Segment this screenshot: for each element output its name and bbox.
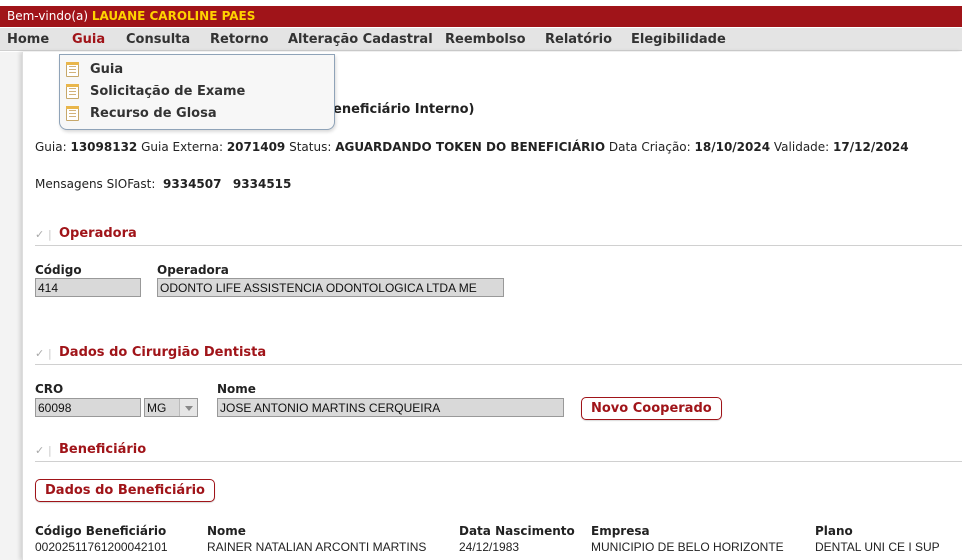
separator-icon: |	[48, 228, 52, 241]
messages-label: Mensagens SIOFast:	[35, 177, 156, 191]
codigo-label: Código	[35, 263, 82, 277]
check-icon: ✓	[35, 228, 45, 241]
table-header-nascimento: Data Nascimento	[459, 524, 575, 538]
nome-dentista-label: Nome	[217, 382, 256, 396]
beneficiario-codigo: 00202511761200042101	[35, 540, 168, 554]
section-divider	[35, 245, 962, 246]
status-value: AGUARDANDO TOKEN DO BENEFICIÁRIO	[335, 140, 606, 154]
guia-externa-number: 2071409	[226, 140, 286, 154]
codigo-field[interactable]: 414	[35, 278, 141, 297]
operadora-field[interactable]: ODONTO LIFE ASSISTENCIA ODONTOLOGICA LTD…	[157, 278, 504, 297]
separator-icon: |	[48, 444, 52, 457]
beneficiario-plano: DENTAL UNI CE I SUP	[815, 540, 940, 554]
document-icon	[66, 83, 79, 99]
menu-reembolso[interactable]: Reembolso	[445, 32, 526, 47]
dropdown-item-guia[interactable]: Guia	[66, 59, 123, 79]
menu-retorno[interactable]: Retorno	[210, 32, 269, 47]
uf-value: MG	[147, 401, 167, 415]
uf-select[interactable]: MG	[144, 398, 198, 417]
validade-value: 17/12/2024	[833, 140, 909, 154]
cro-field[interactable]: 60098	[35, 398, 141, 417]
dropdown-item-solicitacao-exame[interactable]: Solicitação de Exame	[66, 81, 245, 101]
menu-alteracao-cadastral[interactable]: Alteração Cadastral	[288, 32, 433, 47]
separator-icon: |	[48, 347, 52, 360]
section-title: Dados do Cirurgião Dentista	[59, 345, 267, 360]
section-title: Operadora	[59, 226, 137, 241]
menu-home[interactable]: Home	[7, 32, 49, 47]
dados-beneficiario-button[interactable]: Dados do Beneficiário	[35, 479, 215, 502]
data-criacao-value: 18/10/2024	[694, 140, 771, 154]
menu-consulta[interactable]: Consulta	[126, 32, 190, 47]
table-header-nome: Nome	[207, 524, 246, 538]
table-header-empresa: Empresa	[591, 524, 650, 538]
welcome-prefix: Bem-vindo(a)	[7, 9, 89, 23]
guia-label: Guia:	[35, 140, 67, 154]
status-label: Status:	[289, 140, 332, 154]
data-criacao-label: Data Criação:	[608, 140, 691, 154]
messages-line: Mensagens SIOFast: 9334507 9334515	[35, 177, 291, 191]
menu-relatorio[interactable]: Relatório	[545, 32, 612, 47]
chevron-down-icon	[179, 399, 197, 416]
welcome-bar: Bem-vindo(a) LAUANE CAROLINE PAES	[0, 6, 962, 27]
table-header-codigo: Código Beneficiário	[35, 524, 167, 538]
section-title: Beneficiário	[59, 442, 147, 457]
guia-externa-label: Guia Externa:	[141, 140, 223, 154]
message-number: 9334507	[163, 177, 222, 191]
guia-dropdown-menu: Guia Solicitação de Exame Recurso de Glo…	[59, 54, 335, 130]
validade-label: Validade:	[773, 140, 830, 154]
document-icon	[66, 61, 79, 77]
section-divider	[35, 461, 962, 462]
table-header-plano: Plano	[815, 524, 853, 538]
message-number: 9334515	[232, 177, 292, 191]
nome-dentista-field[interactable]: JOSE ANTONIO MARTINS CERQUEIRA	[217, 398, 564, 417]
dropdown-item-label: Guia	[90, 61, 124, 77]
menu-elegibilidade[interactable]: Elegibilidade	[631, 32, 726, 47]
dropdown-item-label: Recurso de Glosa	[90, 105, 217, 121]
dropdown-item-recurso-glosa[interactable]: Recurso de Glosa	[66, 103, 217, 123]
beneficiario-nome: RAINER NATALIAN ARCONTI MARTINS	[207, 540, 427, 554]
menu-guia[interactable]: Guia	[72, 32, 105, 47]
guia-number: 13098132	[70, 140, 138, 154]
check-icon: ✓	[35, 444, 45, 457]
section-divider	[35, 364, 962, 365]
guide-info-line: Guia: 13098132 Guia Externa: 2071409 Sta…	[35, 140, 909, 154]
user-name: LAUANE CAROLINE PAES	[91, 9, 256, 23]
dropdown-item-label: Solicitação de Exame	[90, 83, 246, 99]
novo-cooperado-button[interactable]: Novo Cooperado	[581, 397, 722, 420]
cro-label: CRO	[35, 382, 64, 396]
document-icon	[66, 105, 79, 121]
page-gutter	[0, 52, 22, 560]
page-title: eneficiário Interno)	[333, 102, 475, 117]
beneficiario-empresa: MUNICIPIO DE BELO HORIZONTE	[591, 540, 784, 554]
main-menu: Home Guia Consulta Retorno Alteração Cad…	[0, 28, 962, 51]
beneficiario-nascimento: 24/12/1983	[459, 540, 520, 554]
check-icon: ✓	[35, 347, 45, 360]
operadora-label: Operadora	[157, 263, 229, 277]
